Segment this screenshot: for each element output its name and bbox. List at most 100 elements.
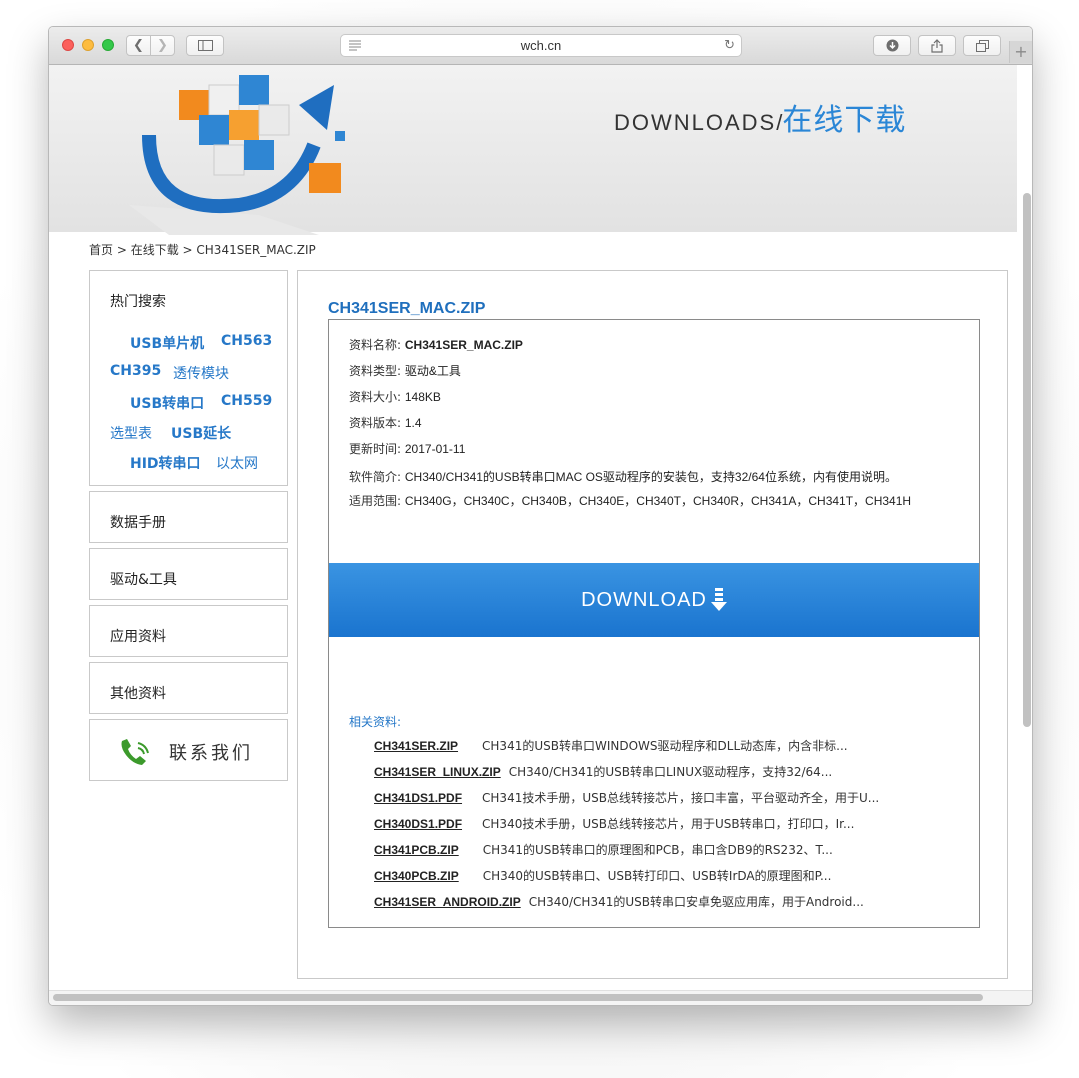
related-item: CH340DS1.PDF CH340技术手册，USB总线转接芯片，用于USB转串口… [374,815,854,832]
contact-us-label: 联系我们 [169,743,253,764]
info-label: 资料大小: [349,390,402,404]
hot-link[interactable]: 选型表 [110,423,152,443]
horizontal-scrollbar-track [49,990,1032,1005]
breadcrumb-section-link[interactable]: 在线下载 [131,243,179,257]
info-value: CH341SER_MAC.ZIP [404,338,523,352]
info-label: 资料类型: [349,364,402,378]
sidebar-item-application-notes[interactable]: 应用资料 [89,605,288,657]
zoom-window-button[interactable] [102,39,114,51]
sidebar-item-other-docs[interactable]: 其他资料 [89,662,288,714]
hot-link[interactable]: USB延长 [171,423,231,443]
related-link[interactable]: CH341SER_ANDROID.ZIP [374,895,521,909]
related-link[interactable]: CH341SER.ZIP [374,739,458,753]
info-label: 资料版本: [349,416,402,430]
info-value: CH340G，CH340C，CH340B，CH340E，CH340T，CH340… [404,494,912,508]
reload-icon[interactable]: ↻ [724,38,735,53]
download-label: DOWNLOAD [581,588,707,611]
info-value: 1.4 [404,416,422,430]
file-info-box: 资料名称: CH341SER_MAC.ZIP 资料类型: 驱动&工具 资料大小:… [328,319,980,928]
chevron-right-icon: ❯ [157,38,168,53]
hot-search-title: 热门搜索 [110,294,166,310]
related-link[interactable]: CH340DS1.PDF [374,817,462,831]
related-link[interactable]: CH341SER_LINUX.ZIP [374,765,501,779]
related-desc: CH340的USB转串口、USB转打印口、USB转IrDA的原理图和P... [482,869,832,883]
breadcrumb-home-link[interactable]: 首页 [89,243,113,257]
related-desc: CH340/CH341的USB转串口LINUX驱动程序，支持32/64... [508,765,833,779]
info-label: 资料名称: [349,338,402,352]
info-row-summary: 软件简介: CH340/CH341的USB转串口MAC OS驱动程序的安装包，支… [349,468,897,485]
new-tab-button[interactable]: + [1009,41,1032,63]
horizontal-scrollbar[interactable] [53,994,983,1001]
downloads-button[interactable] [873,35,911,56]
info-label: 更新时间: [349,442,402,456]
banner-title-cn: 在线下载 [782,103,907,138]
related-desc: CH341技术手册，USB总线转接芯片，接口丰富，平台驱动齐全，用于U... [482,791,880,805]
info-row-name: 资料名称: CH341SER_MAC.ZIP [349,336,523,353]
download-button[interactable]: DOWNLOAD [329,563,979,637]
vertical-scrollbar[interactable] [1023,193,1031,727]
address-bar[interactable]: wch.cn ↻ [340,34,742,57]
contact-us-button[interactable]: 联系我们 [89,719,288,781]
related-link[interactable]: CH341PCB.ZIP [374,843,459,857]
sidebar-item-label: 应用资料 [110,629,166,645]
hot-link[interactable]: CH559 [221,393,272,409]
forward-button[interactable]: ❯ [150,35,175,56]
browser-window: ❮ ❯ wch.cn ↻ + DOWNLOADS/在线下载 首页 > 在线下载 … [48,26,1033,1006]
hot-link[interactable]: CH563 [221,333,272,349]
related-item: CH341SER_LINUX.ZIP CH340/CH341的USB转串口LINU… [374,763,832,780]
sidebar-item-datasheets[interactable]: 数据手册 [89,491,288,543]
minimize-window-button[interactable] [82,39,94,51]
page-title: CH341SER_MAC.ZIP [328,300,486,317]
hot-link[interactable]: CH395 [110,363,161,379]
related-item: CH341PCB.ZIP CH341的USB转串口的原理图和PCB，串口含DB9的… [374,841,833,858]
downloads-banner: DOWNLOADS/在线下载 [49,65,1017,235]
hot-link[interactable]: HID转串口 [130,453,201,473]
breadcrumb-current: CH341SER_MAC.ZIP [196,243,316,257]
info-row-updated: 更新时间: 2017-01-11 [349,440,465,457]
share-icon [931,38,943,53]
sidebar-item-label: 其他资料 [110,686,166,702]
related-desc: CH341的USB转串口的原理图和PCB，串口含DB9的RS232、T... [482,843,833,857]
close-window-button[interactable] [62,39,74,51]
related-link[interactable]: CH341DS1.PDF [374,791,462,805]
sidebar-icon [197,40,213,51]
info-row-type: 资料类型: 驱动&工具 [349,362,461,379]
info-label: 软件简介: [349,470,402,484]
breadcrumb-separator: > [178,243,197,257]
sidebar-item-drivers-tools[interactable]: 驱动&工具 [89,548,288,600]
related-link[interactable]: CH340PCB.ZIP [374,869,459,883]
banner-title-en: DOWNLOADS [614,110,777,135]
sidebar-item-label: 数据手册 [110,515,166,531]
banner-title: DOWNLOADS/在线下载 [614,95,906,139]
breadcrumb-separator: > [113,243,131,257]
hot-link[interactable]: 以太网 [216,453,258,473]
hot-link[interactable]: USB转串口 [130,393,204,413]
main-content: CH341SER_MAC.ZIP 资料名称: CH341SER_MAC.ZIP … [297,270,1008,979]
info-label: 适用范围: [349,494,402,508]
related-desc: CH341的USB转串口WINDOWS驱动程序和DLL动态库，内含非标... [482,739,848,753]
cube-arrow-illustration [129,75,345,235]
related-desc: CH340/CH341的USB转串口安卓免驱应用库，用于Android... [528,895,864,909]
sidebar-toggle-button[interactable] [186,35,224,56]
info-value: CH340/CH341的USB转串口MAC OS驱动程序的安装包，支持32/64… [404,470,897,484]
share-button[interactable] [918,35,956,56]
info-row-version: 资料版本: 1.4 [349,414,422,431]
browser-toolbar: ❮ ❯ wch.cn ↻ + [49,27,1032,65]
hot-link[interactable]: 透传模块 [173,363,229,383]
related-item: CH341SER_ANDROID.ZIP CH340/CH341的USB转串口安卓… [374,893,864,910]
info-value: 驱动&工具 [404,364,461,378]
breadcrumb: 首页 > 在线下载 > CH341SER_MAC.ZIP [89,241,316,258]
hot-search-box: 热门搜索 USB单片机 CH563 CH395 透传模块 USB转串口 CH55… [89,270,288,486]
related-title: 相关资料: [349,715,402,729]
download-arrow-icon [886,39,898,52]
related-desc: CH340技术手册，USB总线转接芯片，用于USB转串口，打印口，Ir... [482,817,855,831]
phone-icon [121,739,149,765]
download-arrow-icon [710,588,727,611]
info-value: 148KB [404,390,441,404]
tabs-overview-button[interactable] [963,35,1001,56]
related-item: CH341DS1.PDF CH341技术手册，USB总线转接芯片，接口丰富，平台驱… [374,789,879,806]
url-text: wch.cn [520,38,562,53]
chevron-left-icon: ❮ [133,38,144,53]
hot-link[interactable]: USB单片机 [130,333,204,353]
back-button[interactable]: ❮ [126,35,151,56]
